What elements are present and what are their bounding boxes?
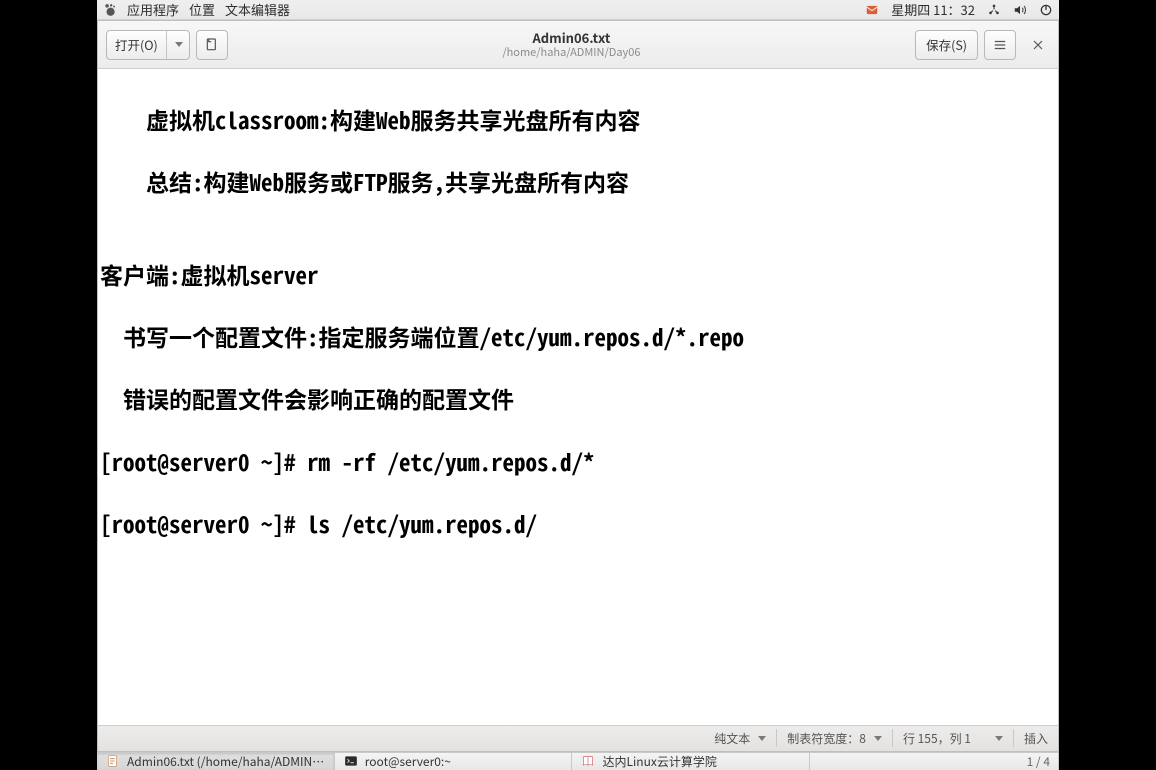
- notification-icon[interactable]: [865, 3, 879, 17]
- text-line: [root@server0 ~]# ls /etc/yum.repos.d/: [100, 508, 1058, 539]
- desktop-screen: 应用程序 位置 文本编辑器 星期四 11：32 打开(O): [97, 0, 1059, 720]
- text-line: 书写一个配置文件:指定服务端位置/etc/yum.repos.d/*.repo: [100, 321, 1058, 352]
- volume-icon[interactable]: [1013, 3, 1027, 17]
- cursor-position[interactable]: 行 155，列 1: [893, 730, 1013, 747]
- clock-text[interactable]: 星期四 11：32: [891, 0, 975, 19]
- editor-window: 打开(O) Admin06.txt /home/haha/ADMIN/Day06…: [97, 20, 1059, 752]
- text-line: [root@server0 ~]# rm -rf /etc/yum.repos.…: [100, 446, 1058, 477]
- close-button[interactable]: [1026, 33, 1050, 57]
- open-button[interactable]: 打开(O): [106, 30, 190, 60]
- task-label: Admin06.txt (/home/haha/ADMIN/…: [127, 753, 326, 770]
- task-label: root@server0:~: [365, 753, 451, 770]
- tabwidth-selector[interactable]: 制表符宽度：8: [777, 730, 892, 747]
- book-icon: [580, 753, 596, 769]
- new-document-button[interactable]: [196, 30, 228, 60]
- hamburger-menu-button[interactable]: [984, 30, 1016, 60]
- task-book[interactable]: 达内Linux云计算学院: [572, 753, 810, 770]
- task-editor[interactable]: Admin06.txt (/home/haha/ADMIN/…: [97, 753, 335, 770]
- editor-statusbar: 纯文本 制表符宽度：8 行 155，列 1 插入: [98, 725, 1058, 751]
- text-line: 总结:构建Web服务或FTP服务,共享光盘所有内容: [100, 166, 1058, 197]
- text-editor-area[interactable]: 虚拟机classroom:构建Web服务共享光盘所有内容 总结:构建Web服务或…: [98, 69, 1058, 725]
- menu-applications[interactable]: 应用程序: [127, 0, 179, 19]
- text-line: 虚拟机classroom:构建Web服务共享光盘所有内容: [100, 104, 1058, 135]
- syntax-selector[interactable]: 纯文本: [704, 730, 776, 747]
- document-path: /home/haha/ADMIN/Day06: [502, 46, 640, 59]
- terminal-icon: [343, 753, 359, 769]
- insert-mode: 插入: [1014, 730, 1058, 747]
- editor-toolbar: 打开(O) Admin06.txt /home/haha/ADMIN/Day06…: [98, 21, 1058, 69]
- system-menubar: 应用程序 位置 文本编辑器 星期四 11：32: [97, 0, 1059, 20]
- task-empty[interactable]: 1 / 4: [810, 753, 1059, 770]
- save-button[interactable]: 保存(S): [915, 30, 978, 60]
- network-icon[interactable]: [987, 3, 1001, 17]
- text-line: [100, 570, 1058, 601]
- chevron-down-icon[interactable]: [167, 31, 189, 59]
- taskbar: Admin06.txt (/home/haha/ADMIN/… root@ser…: [97, 752, 1059, 770]
- power-icon[interactable]: [1039, 3, 1053, 17]
- text-line: 客户端:虚拟机server: [100, 259, 1058, 290]
- menu-texteditor[interactable]: 文本编辑器: [225, 0, 290, 19]
- text-line: 错误的配置文件会影响正确的配置文件: [100, 383, 1058, 414]
- gnome-foot-icon: [103, 3, 117, 17]
- menu-places[interactable]: 位置: [189, 0, 215, 19]
- task-terminal[interactable]: root@server0:~: [335, 753, 573, 770]
- document-title-area: Admin06.txt /home/haha/ADMIN/Day06: [234, 31, 909, 59]
- text-line: [100, 632, 1058, 663]
- page-indicator: 1 / 4: [1027, 753, 1050, 770]
- task-label: 达内Linux云计算学院: [602, 753, 716, 770]
- editor-icon: [105, 753, 121, 769]
